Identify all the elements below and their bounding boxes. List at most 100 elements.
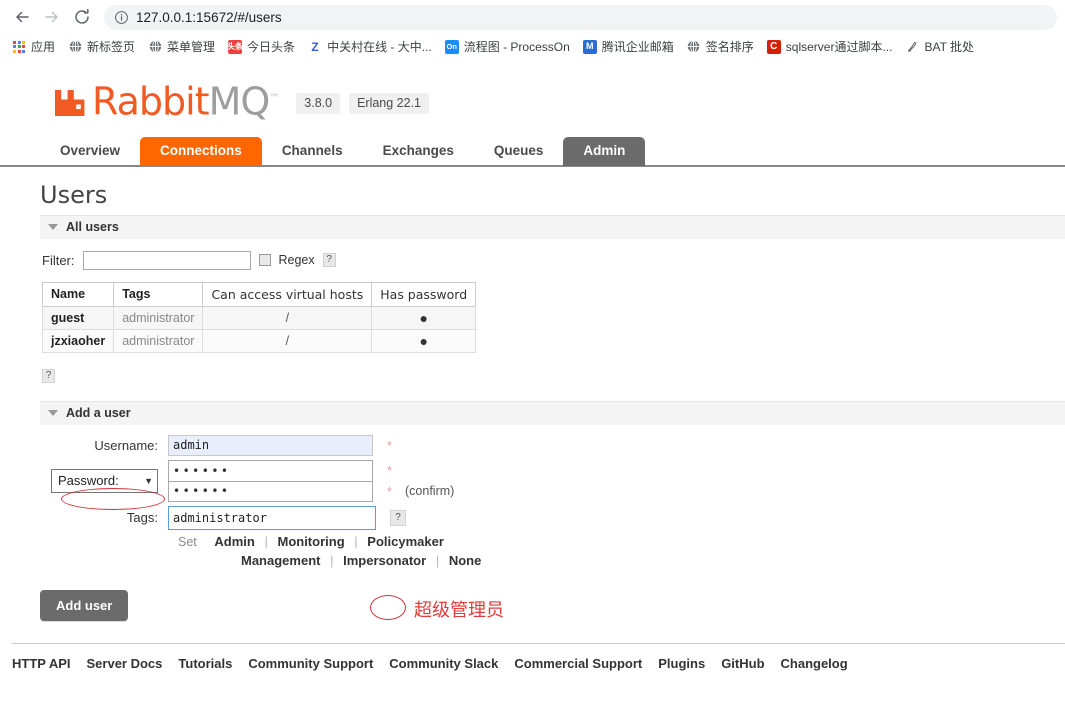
- address-bar[interactable]: 127.0.0.1:15672/#/users: [104, 4, 1057, 30]
- page-title: Users: [40, 180, 108, 209]
- users-table: Name Tags Can access virtual hosts Has p…: [41, 281, 477, 353]
- cell-name[interactable]: guest: [41, 305, 115, 330]
- forward-icon[interactable]: [38, 3, 66, 31]
- cell-has-password: ●: [371, 305, 477, 330]
- table-row[interactable]: guest administrator / ●: [41, 305, 477, 330]
- tab-channels[interactable]: Channels: [262, 137, 363, 166]
- collapse-triangle-icon[interactable]: [48, 224, 58, 231]
- tag-link-management[interactable]: Management: [241, 553, 320, 568]
- rabbitmq-logo[interactable]: RabbitMQ™: [52, 82, 279, 121]
- bookmark-label: 流程图 - ProcessOn: [463, 39, 570, 54]
- processon-icon: On: [444, 39, 459, 54]
- site-information-icon[interactable]: [114, 10, 129, 25]
- browser-toolbar: 127.0.0.1:15672/#/users: [0, 0, 1065, 34]
- footer-link-tutorials[interactable]: Tutorials: [178, 656, 248, 671]
- footer-links: HTTP API Server Docs Tutorials Community…: [12, 642, 1065, 671]
- bookmarks-bar: 应用 新标签页 菜单管理 头条 今日头条 Z 中关村在线 - 大中... On …: [0, 34, 1065, 59]
- tags-help-icon[interactable]: ?: [390, 509, 406, 526]
- tag-link-separator: |: [354, 533, 358, 549]
- tag-link-separator: |: [330, 552, 334, 568]
- globe-icon: [687, 40, 701, 54]
- cell-tags: administrator: [113, 305, 204, 330]
- reload-icon[interactable]: [68, 3, 96, 31]
- password-input[interactable]: ••••••: [168, 459, 373, 481]
- tags-input[interactable]: [168, 505, 376, 530]
- column-header-name[interactable]: Name: [41, 281, 115, 307]
- bookmark-label: 腾讯企业邮箱: [601, 39, 674, 54]
- zol-z-icon: Z: [308, 39, 323, 54]
- bookmark-processon[interactable]: On 流程图 - ProcessOn: [439, 38, 577, 56]
- bookmark-tencent-mail[interactable]: M 腾讯企业邮箱: [577, 38, 681, 56]
- tag-link-none[interactable]: None: [449, 553, 482, 568]
- username-input[interactable]: [168, 434, 373, 456]
- password-type-select[interactable]: Password: ▼: [51, 468, 158, 493]
- tab-queues[interactable]: Queues: [474, 137, 564, 166]
- back-icon[interactable]: [8, 3, 36, 31]
- globe-icon: [68, 40, 82, 54]
- cell-vhosts: /: [202, 305, 373, 330]
- bookmark-bat-batch[interactable]: BAT 批处: [899, 38, 981, 56]
- tag-link-separator: |: [264, 533, 268, 549]
- tab-connections[interactable]: Connections: [140, 137, 262, 166]
- column-header-has-password[interactable]: Has password: [371, 281, 477, 307]
- regex-help-icon[interactable]: ?: [322, 253, 336, 268]
- cell-name[interactable]: jzxiaoher: [41, 328, 115, 353]
- bookmark-apps[interactable]: 应用: [6, 38, 62, 56]
- bookmark-zol[interactable]: Z 中关村在线 - 大中...: [302, 38, 439, 56]
- badge-erlang-version: Erlang 22.1: [349, 92, 430, 114]
- add-user-button[interactable]: Add user: [40, 589, 129, 621]
- password-masked-value: ••••••: [173, 463, 231, 478]
- password-row: Password: ▼ •••••• * •••••• * (confirm): [40, 459, 1065, 502]
- password-confirm-input[interactable]: ••••••: [168, 480, 373, 502]
- bookmark-label: sqlserver通过脚本...: [785, 39, 893, 54]
- bookmark-toutiao[interactable]: 头条 今日头条: [222, 38, 302, 56]
- users-table-help-icon[interactable]: ?: [42, 368, 55, 383]
- collapse-triangle-icon[interactable]: [48, 410, 58, 417]
- filter-row: Filter: Regex ?: [42, 250, 1065, 270]
- bookmark-label: 今日头条: [247, 39, 296, 54]
- tencent-mail-icon: M: [582, 39, 597, 54]
- footer-link-community-slack[interactable]: Community Slack: [389, 656, 514, 671]
- brand-name-part2: MQ: [208, 79, 271, 124]
- footer-link-changelog[interactable]: Changelog: [781, 656, 864, 671]
- regex-checkbox[interactable]: [258, 254, 271, 267]
- footer-link-commercial-support[interactable]: Commercial Support: [514, 656, 658, 671]
- tab-exchanges[interactable]: Exchanges: [363, 137, 474, 166]
- filter-input[interactable]: [82, 250, 251, 270]
- tags-row: Tags: ?: [40, 505, 1065, 530]
- username-row: Username: *: [40, 434, 1065, 456]
- tab-overview[interactable]: Overview: [40, 137, 140, 166]
- brand-name-part1: Rabbit: [92, 79, 210, 124]
- footer-link-github[interactable]: GitHub: [721, 656, 780, 671]
- bookmark-menu-management[interactable]: 菜单管理: [142, 38, 222, 56]
- tab-admin[interactable]: Admin: [563, 137, 646, 166]
- main-navigation-tabs: Overview Connections Channels Exchanges …: [0, 135, 1065, 167]
- confirm-label: (confirm): [405, 484, 455, 499]
- username-label: Username:: [94, 437, 158, 453]
- footer-link-plugins[interactable]: Plugins: [658, 656, 721, 671]
- footer-link-server-docs[interactable]: Server Docs: [87, 656, 179, 671]
- tag-link-monitoring[interactable]: Monitoring: [277, 534, 344, 549]
- confirm-required-marker: *: [387, 483, 393, 499]
- table-row[interactable]: jzxiaoher administrator / ●: [41, 328, 477, 353]
- column-header-tags[interactable]: Tags: [113, 281, 204, 307]
- section-all-users-label: All users: [66, 219, 119, 234]
- version-badges: 3.8.0 Erlang 22.1: [296, 92, 430, 119]
- password-confirm-masked-value: ••••••: [173, 484, 231, 499]
- section-add-a-user-header[interactable]: Add a user: [40, 400, 1065, 425]
- footer-link-community-support[interactable]: Community Support: [248, 656, 389, 671]
- tag-link-policymaker[interactable]: Policymaker: [367, 534, 444, 549]
- tag-link-admin[interactable]: Admin: [214, 534, 254, 549]
- trademark-mark: ™: [269, 93, 279, 104]
- bookmark-new-tab-page[interactable]: 新标签页: [62, 38, 142, 56]
- footer-link-http-api[interactable]: HTTP API: [12, 656, 87, 671]
- regex-label: Regex: [278, 253, 315, 268]
- tag-link-separator: |: [435, 552, 440, 568]
- bookmark-signature-sort[interactable]: 签名排序: [681, 38, 761, 56]
- section-all-users-header[interactable]: All users: [40, 214, 1065, 239]
- tag-preset-links: Set Admin | Monitoring | Policymaker Man…: [178, 534, 1065, 568]
- bookmark-sqlserver-script[interactable]: C sqlserver通过脚本...: [761, 38, 900, 56]
- column-header-can-access-virtual-hosts[interactable]: Can access virtual hosts: [202, 281, 373, 307]
- tag-link-impersonator[interactable]: Impersonator: [343, 553, 426, 568]
- url-text: 127.0.0.1:15672/#/users: [136, 9, 282, 25]
